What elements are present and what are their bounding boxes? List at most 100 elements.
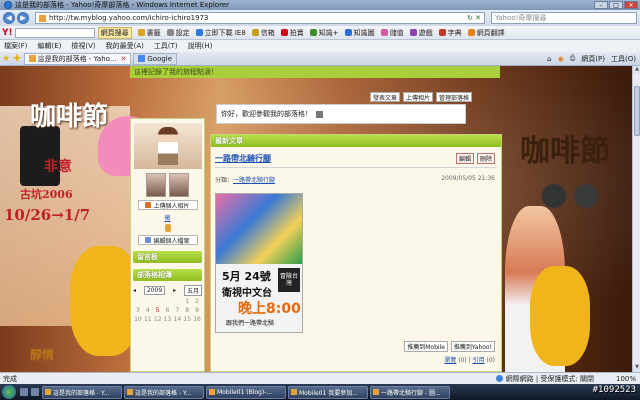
calendar-month-select[interactable]: 五月 bbox=[183, 284, 202, 296]
calendar-day[interactable]: 12 bbox=[153, 316, 163, 323]
calendar-day[interactable]: 4 bbox=[143, 307, 153, 314]
taskbar-item-2[interactable]: 這是我的部落格 - Y... bbox=[124, 385, 204, 399]
menu-favorites[interactable]: 我的最愛(A) bbox=[106, 41, 144, 51]
url-field[interactable]: http://tw.myblog.yahoo.com/ichiro-ichiro… bbox=[35, 12, 485, 24]
article-poster-image[interactable]: 5月 24號 衛視中文台 晚上8:00 跟我們一路帶北騎 冒險台灣 bbox=[215, 193, 303, 333]
edit-article-button[interactable]: 編輯 bbox=[455, 153, 474, 164]
menu-file[interactable]: 檔案(F) bbox=[4, 41, 28, 51]
maximize-button[interactable]: □ bbox=[609, 1, 623, 9]
print-icon[interactable]: ⎙ bbox=[570, 54, 576, 64]
calendar-day[interactable]: 7 bbox=[172, 307, 182, 314]
taskbar-item-3[interactable]: Mobile01 (Blog)-... bbox=[206, 385, 286, 399]
page-content: 咖啡節 非意 古坑2006 10/26→1/7 醇情 咖啡節 這裡記錄了我的旅程… bbox=[0, 66, 632, 372]
toolbar-settings[interactable]: 設定 bbox=[166, 28, 190, 38]
toolbar-knowledge[interactable]: 知識+ bbox=[309, 28, 339, 38]
tab-close-icon[interactable]: ✕ bbox=[120, 55, 126, 63]
thumbnail-1[interactable] bbox=[146, 173, 166, 197]
calendar-day[interactable]: 13 bbox=[163, 316, 173, 323]
start-button[interactable] bbox=[2, 385, 16, 399]
calendar-prev[interactable]: ◂ bbox=[133, 287, 136, 294]
calendar-day[interactable]: 8 bbox=[182, 307, 192, 314]
forward-button[interactable]: ▶ bbox=[17, 12, 29, 24]
tools-menu[interactable]: 工具(O) bbox=[611, 54, 636, 64]
sidebar-item-guestbook[interactable]: 留言板 bbox=[133, 251, 202, 263]
quicklaunch-icon-2[interactable] bbox=[31, 388, 39, 396]
menu-tools[interactable]: 工具(T) bbox=[154, 41, 178, 51]
ie-task-icon bbox=[45, 389, 51, 395]
calendar-day[interactable]: 5 bbox=[153, 307, 163, 314]
toolbar-bookmarks[interactable]: 書籤 bbox=[137, 28, 161, 38]
toolbar-dictionary[interactable]: 字典 bbox=[438, 28, 462, 38]
menu-view[interactable]: 檢視(V) bbox=[71, 41, 95, 51]
doll-icon bbox=[164, 224, 171, 232]
tab-google[interactable]: Google bbox=[133, 52, 178, 65]
minimize-button[interactable]: – bbox=[594, 1, 608, 9]
side-link[interactable]: 徵 bbox=[131, 213, 204, 222]
toolbar-translate[interactable]: 網頁翻譯 bbox=[467, 28, 505, 38]
menu-edit[interactable]: 編輯(E) bbox=[38, 41, 62, 51]
favorites-star-icon[interactable]: ★ bbox=[2, 54, 10, 64]
toolbar-mail[interactable]: 信箱 bbox=[251, 28, 275, 38]
taskbar-item-5[interactable]: 一路帶北騎行腳 - 圖... bbox=[370, 385, 450, 399]
calendar-day[interactable]: 9 bbox=[192, 307, 202, 314]
zoom-level[interactable]: 100% bbox=[600, 375, 640, 383]
calendar-day[interactable]: 10 bbox=[133, 316, 143, 323]
scroll-up-icon[interactable]: ▲ bbox=[633, 66, 640, 74]
upload-photo-button[interactable]: 上傳相片 bbox=[403, 92, 434, 102]
vertical-scrollbar[interactable]: ▲ ▼ bbox=[632, 66, 640, 372]
yahoo-search-input[interactable] bbox=[14, 27, 95, 38]
calendar-day[interactable]: 11 bbox=[143, 316, 153, 323]
toolbar-pay[interactable]: 儲值 bbox=[380, 28, 404, 38]
thumbnail-2[interactable] bbox=[169, 173, 189, 197]
manage-blog-button[interactable]: 管理部落格 bbox=[436, 92, 473, 102]
add-favorite-icon[interactable]: ✚ bbox=[13, 54, 21, 64]
views-link[interactable]: 瀏覽 bbox=[444, 357, 456, 364]
post-article-button[interactable]: 發表文章 bbox=[370, 92, 401, 102]
share-mobile-button[interactable]: 推薦到Mobile bbox=[404, 341, 448, 352]
scroll-thumb[interactable] bbox=[634, 86, 640, 136]
taskbar-item-4[interactable]: Mobile01 我要參加... bbox=[288, 385, 368, 399]
share-yahoo-button[interactable]: 推薦到Yahoo! bbox=[450, 341, 495, 352]
article-category: 分類：一路帶北騎行腳 bbox=[215, 177, 276, 184]
calendar-grid: 1 2 3 4 5 6 7 8 9 10 11 12 13 14 15 16 bbox=[133, 298, 202, 323]
tab-blog[interactable]: 這是我的部落格 - Yaho... ✕ bbox=[23, 52, 132, 65]
calendar-day[interactable]: 15 bbox=[182, 316, 192, 323]
quicklaunch-icon[interactable] bbox=[20, 388, 28, 396]
toolbar-games[interactable]: 遊戲 bbox=[409, 28, 433, 38]
back-button[interactable]: ◀ bbox=[3, 12, 15, 24]
scroll-down-icon[interactable]: ▼ bbox=[633, 364, 640, 372]
delete-article-button[interactable]: 刪除 bbox=[476, 153, 495, 164]
edit-greeting-icon[interactable] bbox=[316, 110, 323, 118]
upload-profile-photo-button[interactable]: 上傳個人相片 bbox=[137, 200, 198, 210]
festival-tag-left: 非意 bbox=[44, 159, 72, 175]
toolbar-ie8[interactable]: 立即下載 IE8 bbox=[195, 28, 246, 38]
menu-help[interactable]: 說明(H) bbox=[188, 41, 213, 51]
latest-articles-panel: 最新文章 一路帶北騎行腳 編輯 刪除 分類：一路帶北騎行腳 2009/05/05… bbox=[210, 134, 502, 372]
toolbar-knowledge-map[interactable]: 知識圖 bbox=[344, 28, 375, 38]
calendar-day[interactable]: 2 bbox=[192, 298, 202, 305]
home-icon[interactable]: ⌂ bbox=[547, 54, 551, 64]
search-input[interactable]: Yahoo!奇摩搜尋 bbox=[491, 12, 637, 24]
toolbar-web-search[interactable]: 網頁搜尋 bbox=[97, 26, 132, 39]
replies-link[interactable]: 引用 bbox=[473, 357, 485, 364]
article-title-link[interactable]: 一路帶北騎行腳 bbox=[215, 153, 271, 164]
edit-profile-button[interactable]: 編輯個人檔案 bbox=[137, 235, 198, 245]
calendar-day[interactable]: 16 bbox=[192, 316, 202, 323]
page-menu[interactable]: 網頁(P) bbox=[581, 54, 605, 64]
refresh-icon[interactable]: ↻ ✕ bbox=[464, 14, 484, 22]
category-link[interactable]: 一路帶北騎行腳 bbox=[233, 177, 275, 184]
calendar-next[interactable]: ▸ bbox=[173, 287, 176, 294]
calendar-day[interactable]: 3 bbox=[133, 307, 143, 314]
calendar-day[interactable]: 14 bbox=[172, 316, 182, 323]
profile-child-figure bbox=[157, 127, 178, 165]
taskbar-item-1[interactable]: 這是我的部落格 - Y... bbox=[42, 385, 122, 399]
greeting-bubble: 你好，歡迎參觀我的部落格！ bbox=[216, 104, 466, 124]
calendar-day[interactable]: 1 bbox=[182, 298, 192, 305]
rss-icon[interactable]: ◉ bbox=[558, 54, 564, 64]
yahoo-logo[interactable]: Y! bbox=[2, 28, 13, 38]
calendar-day[interactable]: 6 bbox=[163, 307, 173, 314]
sidebar-item-album[interactable]: 部落格相簿 bbox=[133, 269, 202, 281]
close-button[interactable]: ✕ bbox=[624, 1, 638, 9]
toolbar-auction[interactable]: 拍賣 bbox=[280, 28, 304, 38]
calendar-year-select[interactable]: 2009 bbox=[143, 285, 166, 295]
